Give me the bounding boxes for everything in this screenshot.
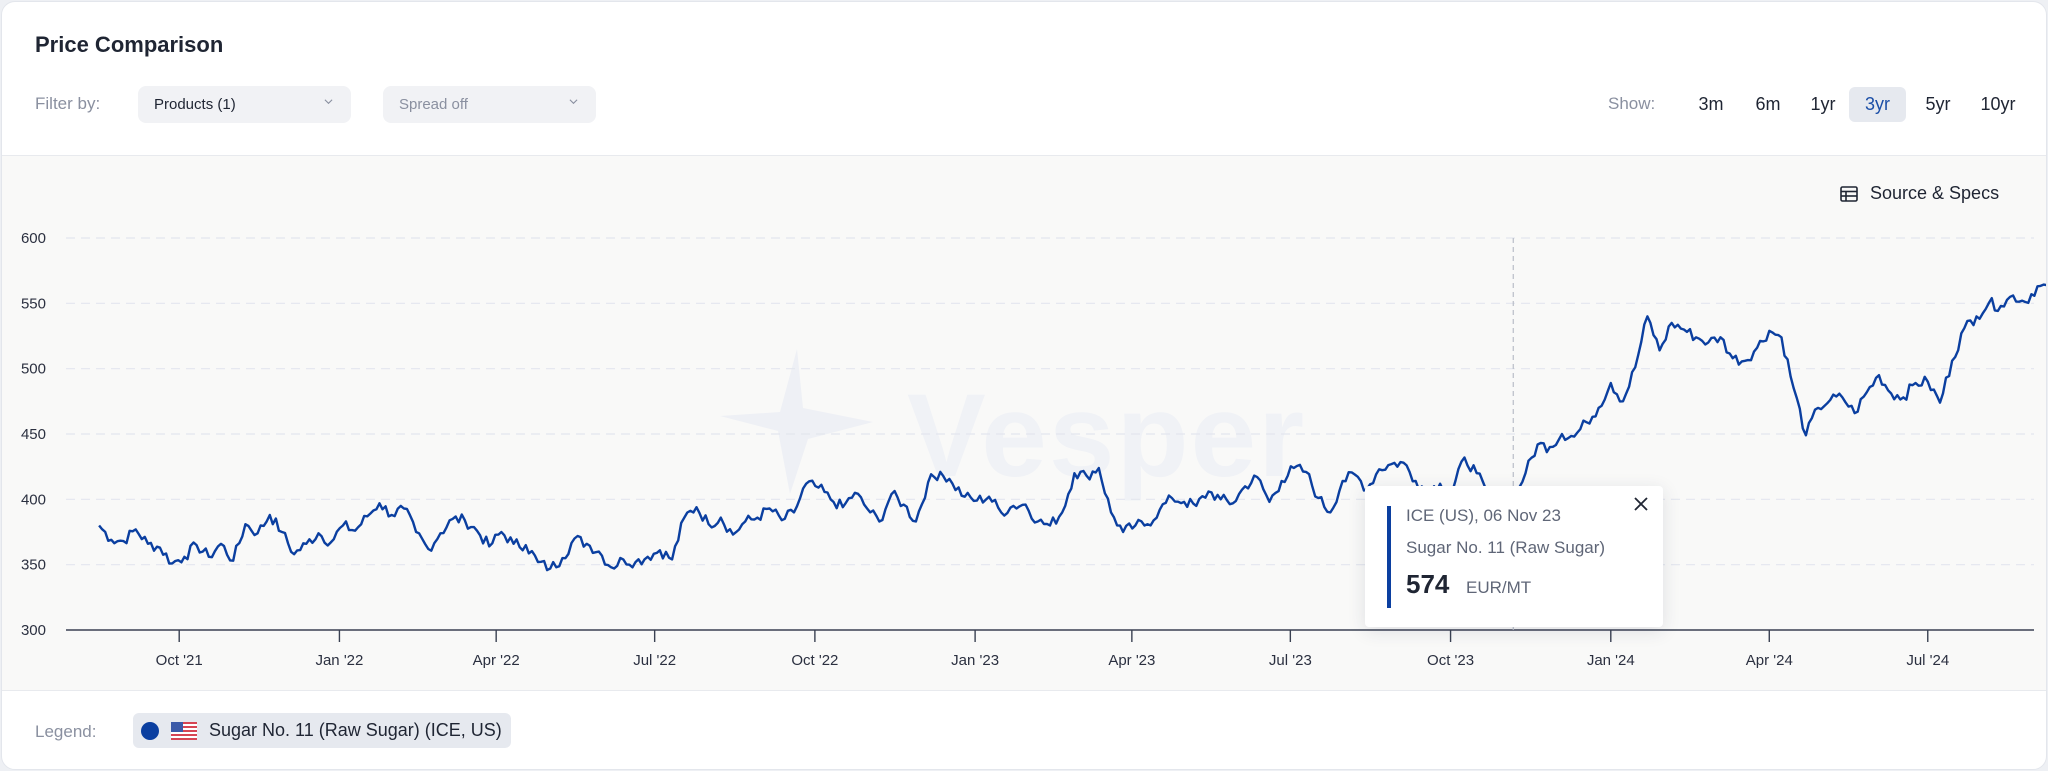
x-axis: Oct '21 Jan '22 Apr '22 Jul '22 Oct '22 Jan '…	[66, 629, 2034, 669]
show-label: Show:	[1608, 94, 1656, 113]
tooltip-source-date: ICE (US), 06 Nov 23	[1406, 506, 1561, 525]
tooltip-product: Sugar No. 11 (Raw Sugar)	[1406, 538, 1606, 557]
x-tick-label: Jul '22	[633, 652, 676, 669]
watermark: Vesper	[720, 349, 1306, 502]
legend-item[interactable]: Sugar No. 11 (Raw Sugar) (ICE, US)	[133, 713, 511, 748]
y-axis: 300 350 400 450 500 550 600	[21, 230, 46, 639]
products-dropdown[interactable]: Products (1)	[138, 86, 351, 123]
x-tick-label: Oct '22	[791, 652, 838, 669]
range-10yr-button[interactable]: 10yr	[1972, 87, 2024, 122]
range-6m-button[interactable]: 6m	[1746, 87, 1790, 122]
x-tick-label: Apr '23	[1108, 652, 1155, 669]
y-tick-label: 600	[21, 230, 46, 247]
x-tick-label: Jul '23	[1269, 652, 1312, 669]
y-tick-label: 550	[21, 295, 46, 312]
y-tick-label: 400	[21, 491, 46, 508]
products-dropdown-value: Products (1)	[154, 96, 236, 113]
x-tick-label: Jan '23	[951, 652, 999, 669]
x-tick-label: Apr '24	[1746, 652, 1793, 669]
y-tick-label: 300	[21, 622, 46, 639]
legend-item-label: Sugar No. 11 (Raw Sugar) (ICE, US)	[209, 720, 502, 740]
price-comparison-card: Price Comparison Filter by: Products (1)…	[1, 1, 2047, 770]
watermark-star-icon	[720, 349, 873, 494]
chevron-down-icon	[324, 99, 333, 105]
y-tick-label: 350	[21, 557, 46, 574]
range-3m-button[interactable]: 3m	[1690, 87, 1732, 122]
range-1yr-button[interactable]: 1yr	[1802, 87, 1844, 122]
price-chart[interactable]: Vesper 300 350 400 450 500 550 600 Oct '21 Jan …	[2, 156, 2046, 690]
close-icon[interactable]	[1631, 494, 1651, 514]
x-tick-label: Jul '24	[1906, 652, 1949, 669]
chevron-down-icon	[569, 99, 578, 105]
filter-label: Filter by:	[35, 94, 101, 113]
range-5yr-button[interactable]: 5yr	[1916, 87, 1960, 122]
legend-label: Legend:	[35, 722, 97, 741]
tooltip-value: 574	[1406, 569, 1450, 599]
us-flag-icon	[171, 721, 197, 740]
page-title: Price Comparison	[35, 32, 224, 57]
range-3yr-button[interactable]: 3yr	[1849, 87, 1906, 122]
watermark-text: Vesper	[907, 370, 1306, 502]
spread-dropdown[interactable]: Spread off	[383, 86, 596, 123]
spread-dropdown-value: Spread off	[399, 96, 468, 113]
y-tick-label: 450	[21, 426, 46, 443]
y-tick-label: 500	[21, 361, 46, 378]
x-tick-label: Oct '23	[1427, 652, 1474, 669]
data-tooltip: ICE (US), 06 Nov 23 Sugar No. 11 (Raw Su…	[1365, 486, 1663, 627]
x-tick-label: Jan '24	[1587, 652, 1635, 669]
chart-area: Source & Specs Vesper 300 350 400 450 500 550…	[2, 155, 2046, 691]
x-tick-label: Jan '22	[315, 652, 363, 669]
x-tick-label: Apr '22	[473, 652, 520, 669]
x-tick-label: Oct '21	[156, 652, 203, 669]
tooltip-series-bar	[1387, 506, 1391, 608]
tooltip-unit: EUR/MT	[1466, 578, 1532, 597]
legend-color-dot	[141, 721, 159, 740]
